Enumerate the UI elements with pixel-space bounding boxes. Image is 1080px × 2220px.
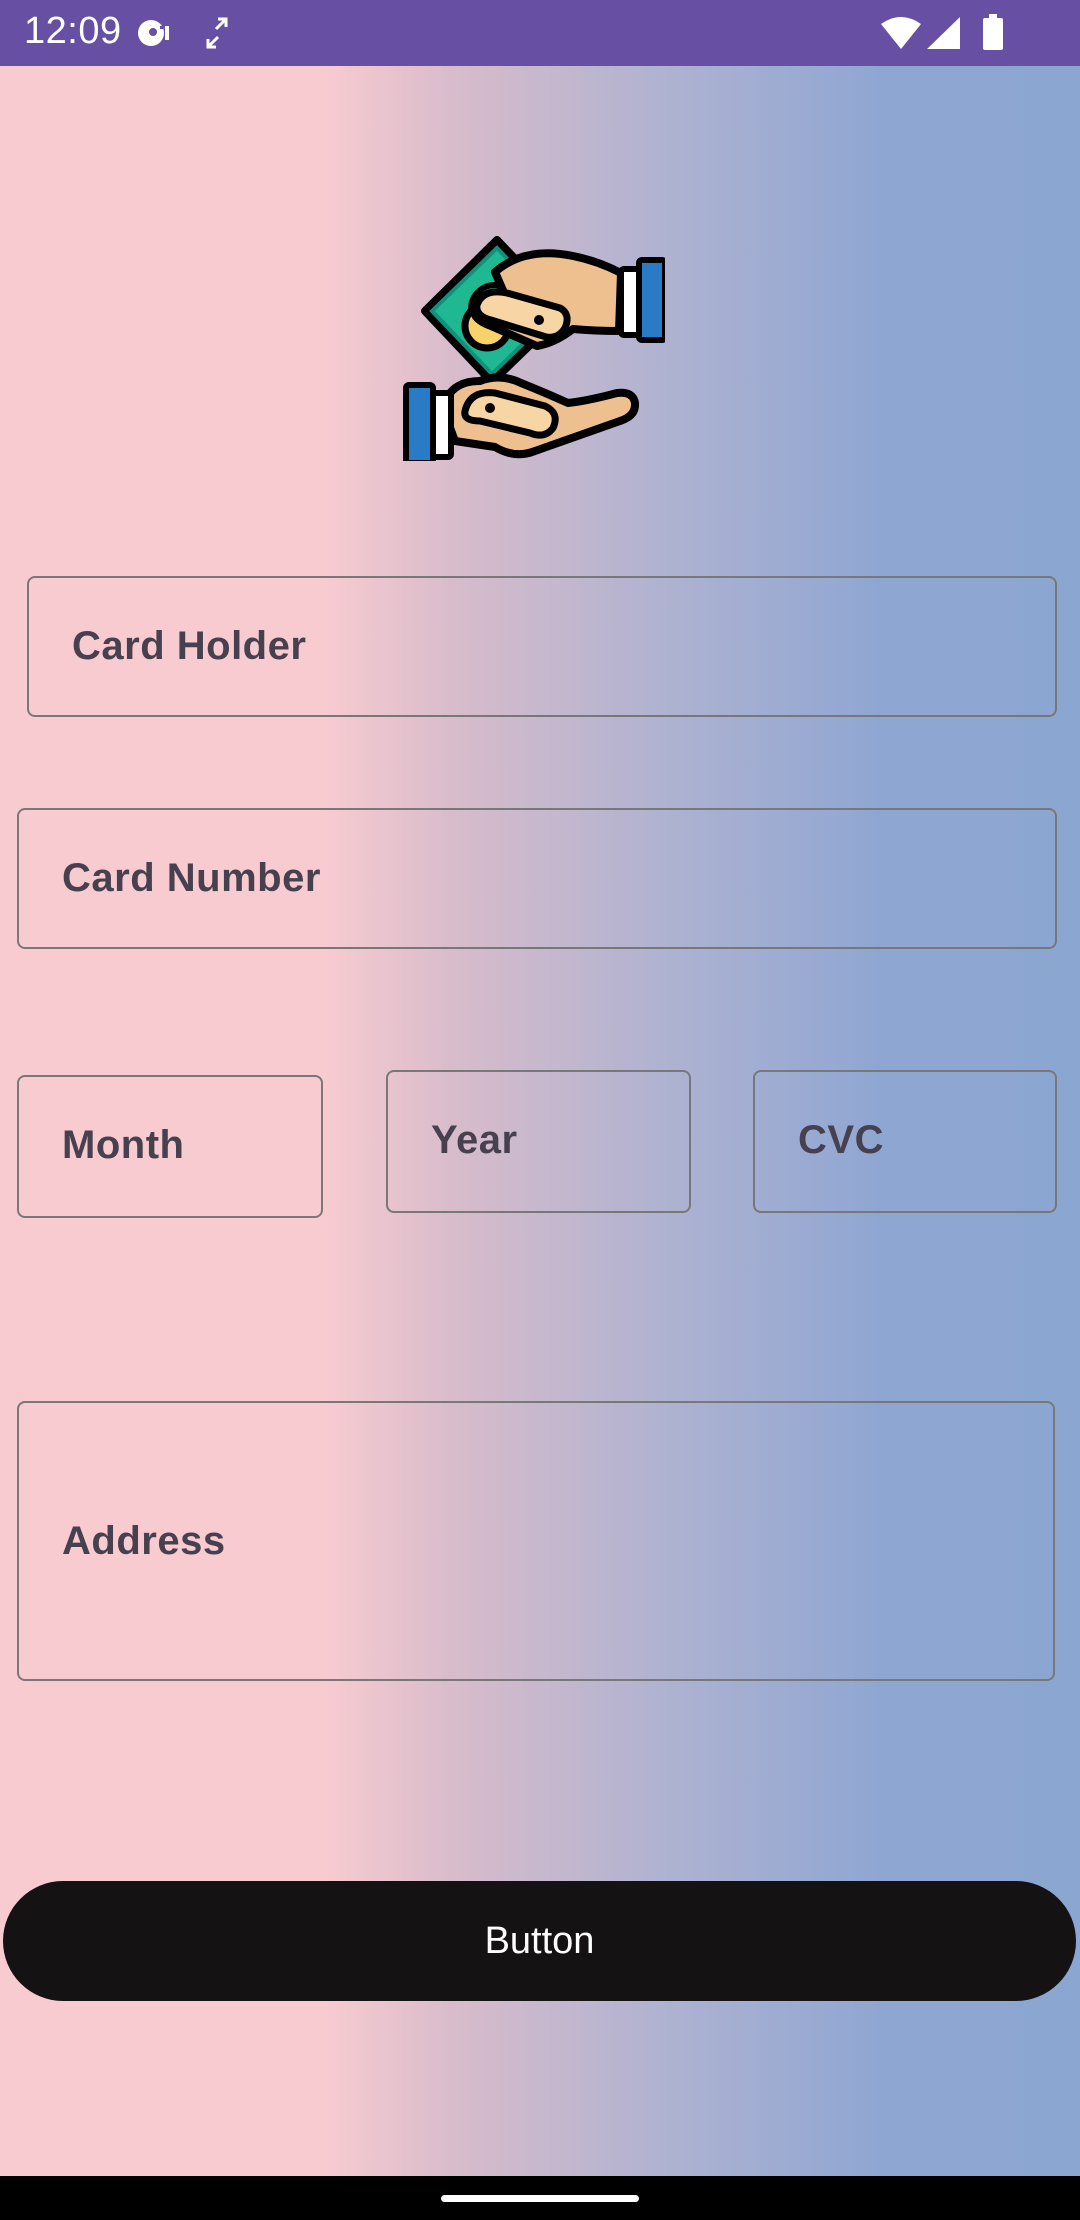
wifi-icon [880, 16, 922, 55]
card-holder-field[interactable]: Card Holder [27, 576, 1057, 717]
card-holder-label: Card Holder [72, 624, 307, 668]
cvc-label: CVC [798, 1118, 884, 1162]
media-icon [136, 18, 174, 53]
year-field[interactable]: Year [386, 1070, 691, 1213]
status-time: 12:09 [24, 10, 122, 52]
status-bar: 12:09 [0, 0, 1080, 66]
year-label: Year [431, 1118, 518, 1162]
sync-icon [204, 16, 230, 55]
form-screen: Card Holder Card Number Month Year CVC A… [0, 66, 1080, 2176]
app-screen: 12:09 Card Holder Card Number Month Year… [0, 0, 1080, 2220]
month-label: Month [62, 1123, 185, 1167]
address-field[interactable]: Address [17, 1401, 1055, 1681]
signal-icon [926, 16, 962, 55]
money-transfer-hands-icon [395, 171, 668, 466]
card-number-label: Card Number [62, 856, 321, 900]
cvc-field[interactable]: CVC [753, 1070, 1057, 1213]
submit-button[interactable]: Button [3, 1881, 1076, 2001]
gesture-handle[interactable] [441, 2195, 639, 2202]
battery-icon [982, 14, 1004, 55]
card-number-field[interactable]: Card Number [17, 808, 1057, 949]
month-field[interactable]: Month [17, 1075, 323, 1218]
address-label: Address [62, 1519, 226, 1563]
navigation-bar [0, 2176, 1080, 2220]
